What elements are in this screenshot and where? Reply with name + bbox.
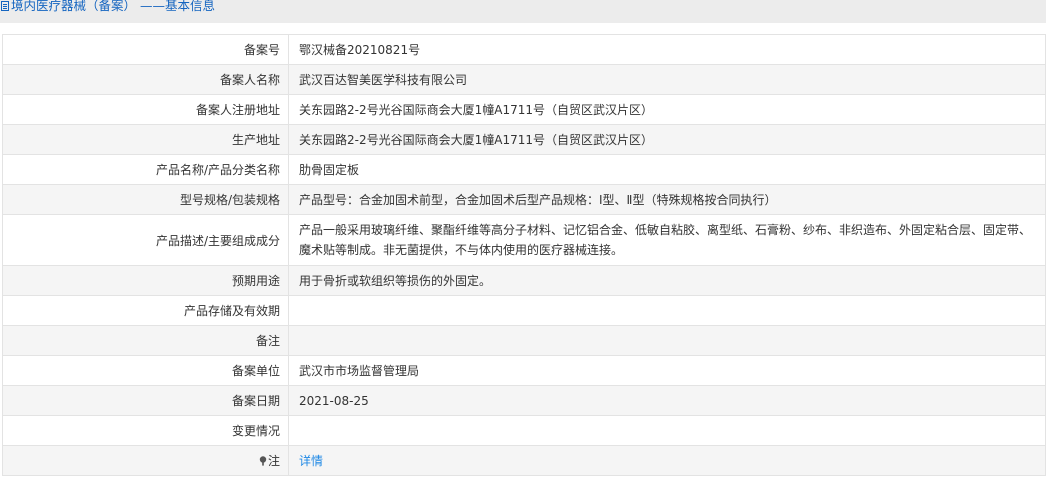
table-row: 型号规格/包装规格 产品型号：合金加固术前型，合金加固术后型产品规格：Ⅰ型、Ⅱ型… <box>2 184 1046 215</box>
table-row: 备案日期 2021-08-25 <box>2 385 1046 416</box>
row-label-filing-number: 备案号 <box>2 34 289 65</box>
row-value-description: 产品一般采用玻璃纤维、聚酯纤维等高分子材料、记忆铝合金、低敏自粘胶、离型纸、石膏… <box>288 214 1046 266</box>
row-label-note: 注 <box>2 445 289 476</box>
row-label-filing-date: 备案日期 <box>2 385 289 416</box>
basic-info-table: 备案号 鄂汉械备20210821号 备案人名称 武汉百达智美医学科技有限公司 备… <box>2 34 1046 476</box>
note-label: 注 <box>267 454 280 468</box>
row-value-remarks <box>288 325 1046 356</box>
row-value-filing-unit: 武汉市市场监督管理局 <box>288 355 1046 386</box>
row-value-storage-validity <box>288 295 1046 326</box>
row-value-filing-date: 2021-08-25 <box>288 385 1046 416</box>
table-row: 产品描述/主要组成成分 产品一般采用玻璃纤维、聚酯纤维等高分子材料、记忆铝合金、… <box>2 214 1046 266</box>
table-row: 备注 <box>2 325 1046 356</box>
row-value-production-address: 关东园路2-2号光谷国际商会大厦1幢A1711号（自贸区武汉片区） <box>288 124 1046 155</box>
document-icon <box>1 1 9 11</box>
table-row: 生产地址 关东园路2-2号光谷国际商会大厦1幢A1711号（自贸区武汉片区） <box>2 124 1046 155</box>
row-value-registered-address: 关东园路2-2号光谷国际商会大厦1幢A1711号（自贸区武汉片区） <box>288 94 1046 125</box>
row-value-filing-number: 鄂汉械备20210821号 <box>288 34 1046 65</box>
row-label-filer-name: 备案人名称 <box>2 64 289 95</box>
table-row: 备案单位 武汉市市场监督管理局 <box>2 355 1046 386</box>
row-label-change-status: 变更情况 <box>2 415 289 446</box>
row-label-intended-use: 预期用途 <box>2 265 289 296</box>
table-row: 备案人名称 武汉百达智美医学科技有限公司 <box>2 64 1046 95</box>
table-row: 备案号 鄂汉械备20210821号 <box>2 34 1046 65</box>
details-link[interactable]: 详情 <box>299 454 323 468</box>
row-label-production-address: 生产地址 <box>2 124 289 155</box>
table-row: 产品存储及有效期 <box>2 295 1046 326</box>
row-value-note: 详情 <box>288 445 1046 476</box>
page-header: 境内医疗器械（备案） ——基本信息 <box>0 0 1046 23</box>
row-value-filer-name: 武汉百达智美医学科技有限公司 <box>288 64 1046 95</box>
row-label-filing-unit: 备案单位 <box>2 355 289 386</box>
pin-icon <box>259 456 267 466</box>
table-row: 注 详情 <box>2 445 1046 476</box>
row-value-product-name: 肋骨固定板 <box>288 154 1046 185</box>
table-row: 备案人注册地址 关东园路2-2号光谷国际商会大厦1幢A1711号（自贸区武汉片区… <box>2 94 1046 125</box>
row-label-remarks: 备注 <box>2 325 289 356</box>
row-label-product-name: 产品名称/产品分类名称 <box>2 154 289 185</box>
row-value-intended-use: 用于骨折或软组织等损伤的外固定。 <box>288 265 1046 296</box>
row-label-description: 产品描述/主要组成成分 <box>2 214 289 266</box>
row-value-change-status <box>288 415 1046 446</box>
table-row: 变更情况 <box>2 415 1046 446</box>
row-label-model-spec: 型号规格/包装规格 <box>2 184 289 215</box>
row-label-storage-validity: 产品存储及有效期 <box>2 295 289 326</box>
row-value-model-spec: 产品型号：合金加固术前型，合金加固术后型产品规格：Ⅰ型、Ⅱ型（特殊规格按合同执行… <box>288 184 1046 215</box>
page-title: 境内医疗器械（备案） ——基本信息 <box>11 0 215 13</box>
row-label-registered-address: 备案人注册地址 <box>2 94 289 125</box>
table-row: 产品名称/产品分类名称 肋骨固定板 <box>2 154 1046 185</box>
table-row: 预期用途 用于骨折或软组织等损伤的外固定。 <box>2 265 1046 296</box>
